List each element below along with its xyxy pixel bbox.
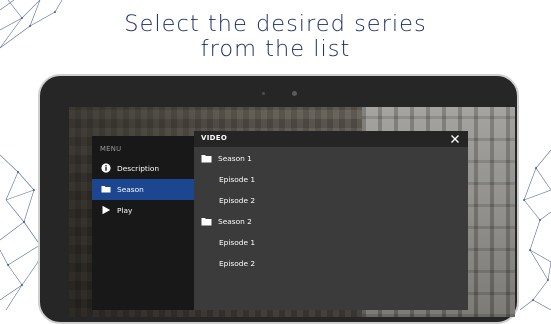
video-panel-header	[194, 131, 468, 147]
play-icon	[102, 205, 111, 215]
menu-title: MENU	[100, 145, 122, 153]
menu-item-description-label: Description	[117, 164, 160, 173]
list-item-label: Episode 1	[219, 175, 256, 184]
list-item-label: Episode 1	[219, 238, 256, 247]
close-icon[interactable]	[449, 133, 461, 145]
menu-item-season-label: Season	[117, 185, 144, 194]
list-item-label: Season 2	[218, 217, 252, 226]
headline-line-2: from the list	[200, 36, 351, 62]
info-icon	[101, 163, 111, 173]
list-item-label: Episode 2	[219, 259, 256, 268]
list-item-label: Episode 2	[219, 196, 256, 205]
tablet-sensor	[262, 92, 265, 95]
tablet-camera	[292, 91, 297, 96]
folder-icon	[101, 186, 111, 193]
list-item-label: Season 1	[218, 154, 252, 163]
headline-line-1: Select the desired series	[124, 11, 427, 37]
video-panel-title: VIDEO	[201, 134, 228, 142]
folder-icon	[201, 218, 212, 226]
folder-icon	[201, 155, 212, 163]
menu-item-play-label: Play	[117, 206, 133, 215]
